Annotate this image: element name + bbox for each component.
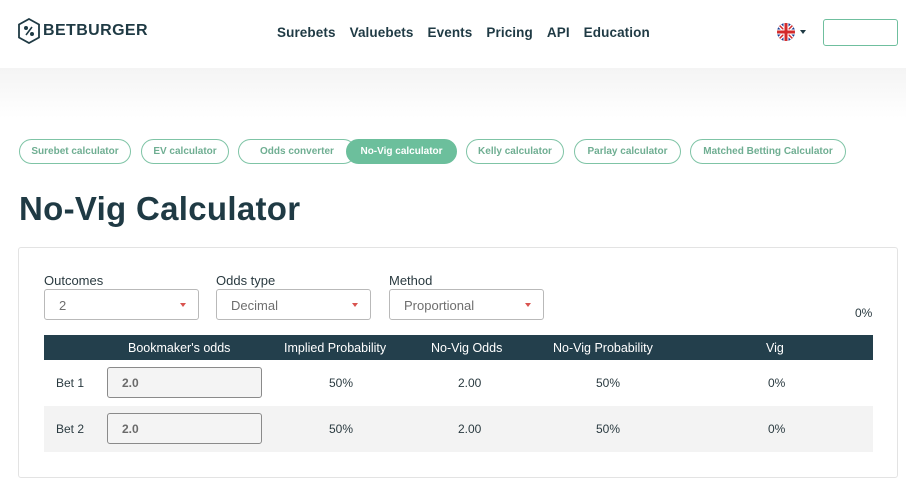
tab-odds-converter[interactable]: Odds converter	[238, 139, 356, 164]
no-vig-probability-cell: 50%	[596, 376, 621, 390]
tab-parlay-calculator[interactable]: Parlay calculator	[574, 139, 681, 164]
table-row: Bet 1 50% 2.00 50% 0%	[44, 360, 873, 406]
header-implied-probability: Implied Probability	[284, 341, 387, 355]
outcomes-select[interactable]: 2	[44, 289, 199, 320]
tab-no-vig-calculator[interactable]: No-Vig calculator	[346, 139, 457, 164]
tab-ev-calculator[interactable]: EV calculator	[141, 139, 229, 164]
uk-flag-icon	[777, 23, 795, 41]
tab-matched-betting-calculator[interactable]: Matched Betting Calculator	[690, 139, 846, 164]
nav-item-valuebets[interactable]: Valuebets	[350, 25, 414, 40]
vig-cell: 0%	[768, 422, 786, 436]
vig-cell: 0%	[768, 376, 786, 390]
odds-type-select[interactable]: Decimal	[216, 289, 371, 320]
chevron-down-icon	[352, 303, 358, 307]
language-selector[interactable]	[777, 23, 806, 41]
tab-kelly-calculator[interactable]: Kelly calculator	[466, 139, 564, 164]
no-vig-odds-cell: 2.00	[458, 376, 482, 390]
method-value: Proportional	[404, 298, 475, 313]
outcomes-label: Outcomes	[44, 273, 104, 288]
main-nav: Surebets Valuebets Events Pricing API Ed…	[277, 25, 664, 40]
chevron-down-icon	[800, 30, 806, 34]
site-header: BETBURGER Surebets Valuebets Events Pric…	[0, 0, 906, 68]
total-vig-value: 0%	[855, 306, 873, 320]
table-header: Bookmaker's odds Implied Probability No-…	[44, 335, 873, 360]
header-divider	[0, 68, 906, 118]
row-label: Bet 2	[56, 422, 85, 436]
nav-item-surebets[interactable]: Surebets	[277, 25, 336, 40]
nav-item-api[interactable]: API	[547, 25, 570, 40]
implied-probability-cell: 50%	[329, 376, 354, 390]
outcomes-value: 2	[59, 298, 67, 313]
calculator-card: Outcomes 2 Odds type Decimal Method Prop…	[18, 247, 898, 478]
no-vig-odds-cell: 2.00	[458, 422, 482, 436]
chevron-down-icon	[180, 303, 186, 307]
no-vig-probability-cell: 50%	[596, 422, 621, 436]
header-vig: Vig	[766, 341, 784, 355]
row-label: Bet 1	[56, 376, 85, 390]
method-select[interactable]: Proportional	[389, 289, 544, 320]
nav-item-pricing[interactable]: Pricing	[486, 25, 532, 40]
implied-probability-cell: 50%	[329, 422, 354, 436]
tab-surebet-calculator[interactable]: Surebet calculator	[19, 139, 131, 164]
header-no-vig-odds: No-Vig Odds	[431, 341, 503, 355]
method-label: Method	[389, 273, 433, 288]
chevron-down-icon	[525, 303, 531, 307]
bet-1-odds-input[interactable]	[107, 367, 262, 398]
header-action-button[interactable]	[823, 19, 898, 46]
bet-2-odds-input[interactable]	[107, 413, 262, 444]
page-title: No-Vig Calculator	[19, 190, 301, 227]
logo[interactable]: BETBURGER	[18, 18, 148, 44]
nav-item-events[interactable]: Events	[428, 25, 473, 40]
betburger-logo-icon	[18, 18, 40, 44]
table-row: Bet 2 50% 2.00 50% 0%	[44, 406, 873, 452]
results-table: Bookmaker's odds Implied Probability No-…	[44, 335, 873, 452]
odds-type-value: Decimal	[231, 298, 278, 313]
nav-item-education[interactable]: Education	[584, 25, 650, 40]
header-no-vig-probability: No-Vig Probability	[553, 341, 653, 355]
odds-type-label: Odds type	[216, 273, 276, 288]
header-bookmaker-odds: Bookmaker's odds	[128, 341, 231, 355]
brand-name: BETBURGER	[43, 22, 148, 39]
